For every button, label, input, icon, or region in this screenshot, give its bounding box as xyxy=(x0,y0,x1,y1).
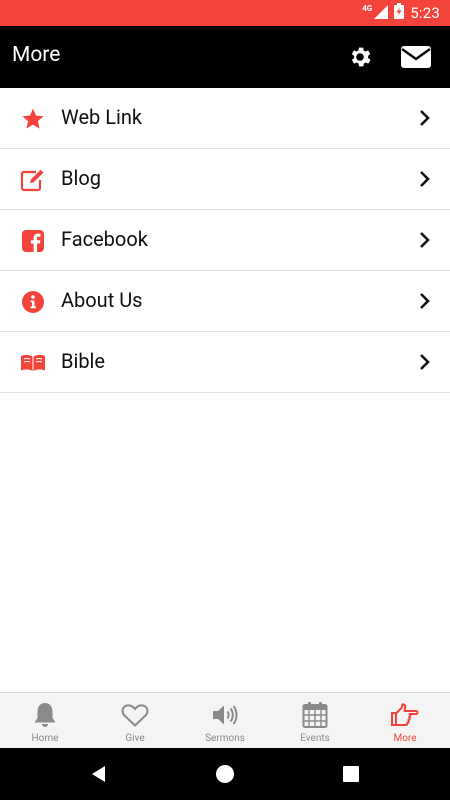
status-bar: 4G 5:23 xyxy=(0,0,450,26)
book-icon xyxy=(20,350,46,376)
mail-button[interactable] xyxy=(399,40,433,74)
settings-button[interactable] xyxy=(343,40,377,74)
menu-item-facebook[interactable]: Facebook xyxy=(0,210,450,271)
tab-sermons[interactable]: Sermons xyxy=(180,693,270,748)
menu-item-label: Web Link xyxy=(61,105,143,129)
envelope-icon xyxy=(401,46,431,68)
menu-item-label: Facebook xyxy=(61,227,148,251)
system-nav-bar xyxy=(0,748,450,800)
tab-label: Sermons xyxy=(205,733,245,744)
tab-more[interactable]: More xyxy=(360,693,450,748)
clock: 5:23 xyxy=(410,4,440,22)
back-triangle-icon xyxy=(92,766,105,782)
bell-icon xyxy=(30,701,60,729)
menu-item-label: Bible xyxy=(61,349,106,373)
star-icon xyxy=(20,106,46,132)
heart-icon xyxy=(120,701,150,729)
menu-item-label: About Us xyxy=(61,288,143,312)
tab-label: Events xyxy=(300,733,330,744)
status-icons: 4G 5:23 xyxy=(362,3,440,23)
facebook-icon xyxy=(20,228,46,254)
speaker-icon xyxy=(210,701,240,729)
chevron-right-icon xyxy=(420,354,430,370)
menu-item-blog[interactable]: Blog xyxy=(0,149,450,210)
tab-events[interactable]: Events xyxy=(270,693,360,748)
back-button[interactable] xyxy=(87,762,111,786)
pointing-hand-icon xyxy=(390,701,420,729)
chevron-right-icon xyxy=(420,232,430,248)
recents-button[interactable] xyxy=(339,762,363,786)
tab-home[interactable]: Home xyxy=(0,693,90,748)
tab-label: Give xyxy=(125,733,145,744)
chevron-right-icon xyxy=(420,293,430,309)
battery-charging-icon xyxy=(394,3,405,23)
menu-item-bible[interactable]: Bible xyxy=(0,332,450,393)
info-icon xyxy=(20,289,46,315)
app-bar: More xyxy=(0,26,450,88)
gear-icon xyxy=(351,47,371,67)
tab-label: Home xyxy=(31,733,59,744)
menu-item-web-link[interactable]: Web Link xyxy=(0,88,450,149)
edit-icon xyxy=(20,167,46,193)
menu-item-label: Blog xyxy=(61,166,101,190)
page-title: More xyxy=(12,43,61,67)
bottom-tab-bar: Home Give Sermons Events More xyxy=(0,692,450,748)
calendar-icon xyxy=(300,701,330,729)
signal-icon xyxy=(374,4,389,23)
home-circle-icon xyxy=(216,765,234,783)
network-type: 4G xyxy=(362,3,373,13)
menu-item-about-us[interactable]: About Us xyxy=(0,271,450,332)
home-button[interactable] xyxy=(213,762,237,786)
recents-square-icon xyxy=(343,766,359,782)
chevron-right-icon xyxy=(420,171,430,187)
tab-give[interactable]: Give xyxy=(90,693,180,748)
menu-list: Web Link Blog Facebook About Us Bible xyxy=(0,88,450,393)
tab-label: More xyxy=(393,733,417,744)
chevron-right-icon xyxy=(420,110,430,126)
